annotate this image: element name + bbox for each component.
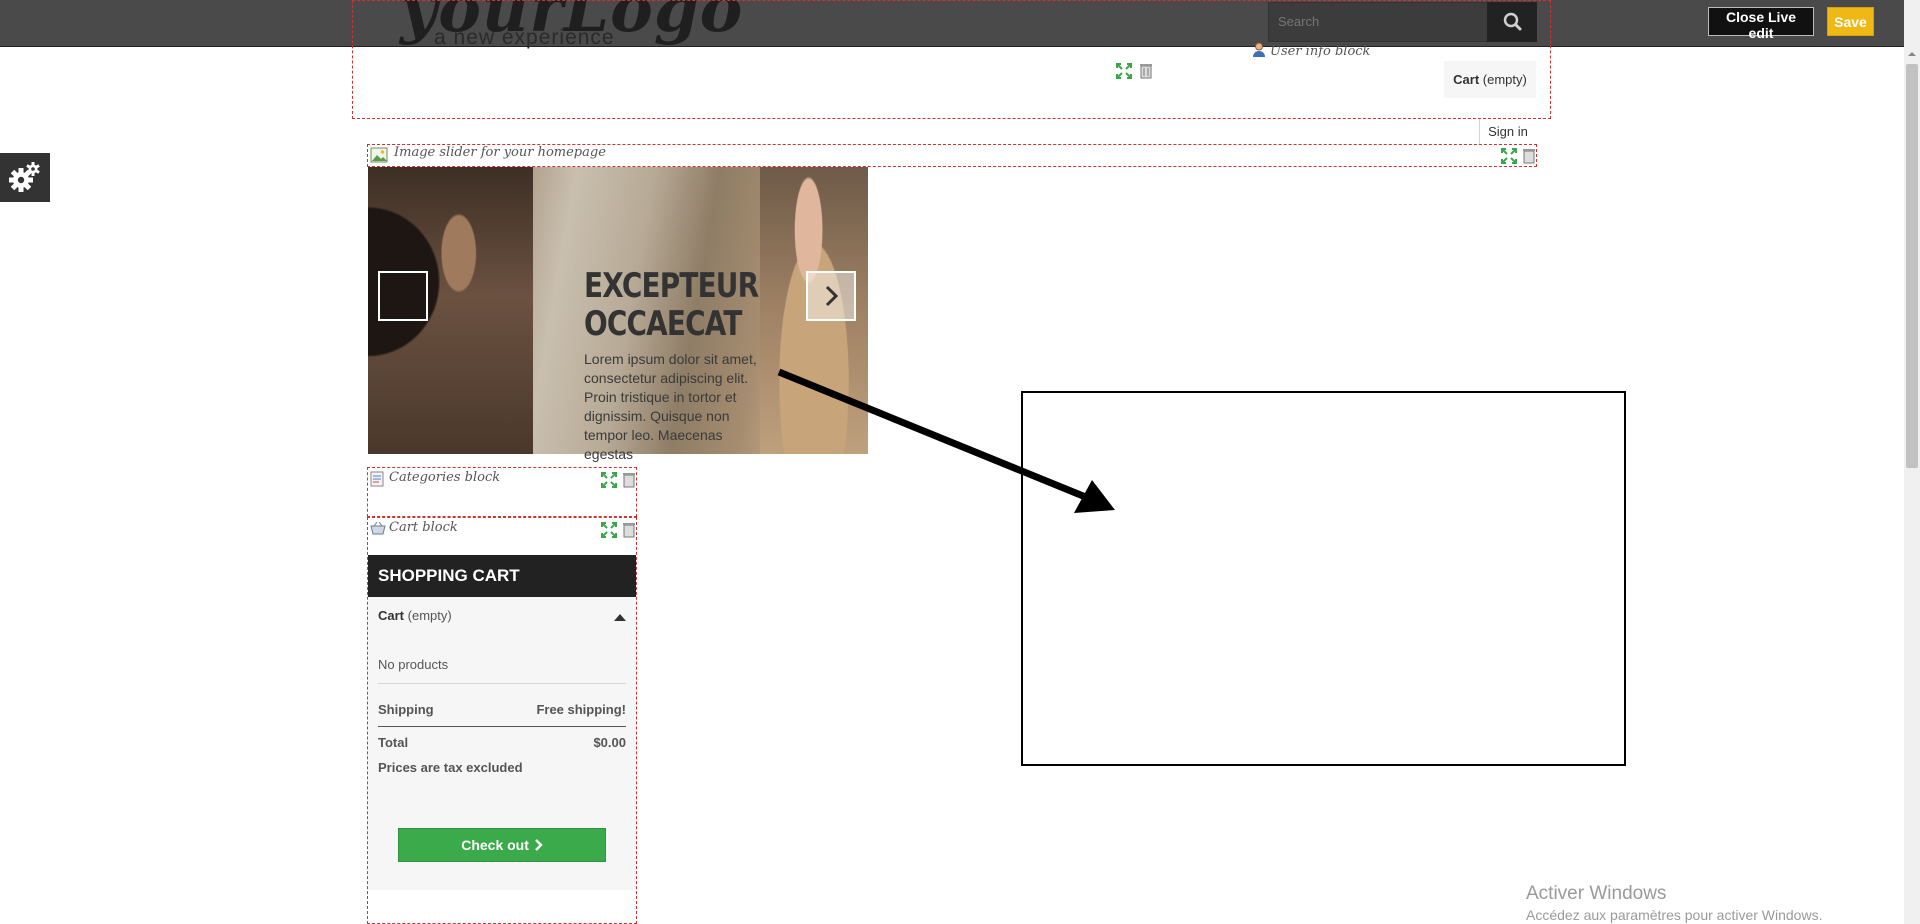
delete-icon[interactable] <box>622 471 636 489</box>
shipping-value: Free shipping! <box>536 702 626 717</box>
windows-activation-subtitle: Accédez aux paramètres pour activer Wind… <box>1526 907 1823 923</box>
close-live-edit-button[interactable]: Close Live edit <box>1708 7 1814 41</box>
basket-icon <box>370 521 386 535</box>
slider-caption-title: EXCEPTEUR OCCAECAT <box>584 267 797 343</box>
live-edit-settings-tab[interactable] <box>0 153 50 202</box>
no-products-text: No products <box>378 657 449 672</box>
slider-caption-title-line1: EXCEPTEUR <box>584 266 759 306</box>
slider-caption-title-line2: OCCAECAT <box>584 304 742 344</box>
cart-module-label: Cart block <box>389 520 458 535</box>
checkout-label: Check out <box>461 837 529 853</box>
header-cart[interactable]: Cart (empty) <box>1444 61 1536 98</box>
image-icon <box>370 147 388 163</box>
header-module-outline <box>352 0 1551 119</box>
delete-icon[interactable] <box>1522 147 1536 165</box>
collapse-caret-icon[interactable] <box>614 614 626 621</box>
move-icon[interactable] <box>600 521 618 539</box>
user-info-block-label: User info block <box>1252 42 1370 59</box>
annotation-arrow <box>777 368 1115 513</box>
scroll-up-arrow-icon[interactable] <box>1904 46 1920 62</box>
checkout-button[interactable]: Check out <box>398 828 606 862</box>
categories-module-icon-wrap <box>370 471 384 492</box>
move-icon[interactable] <box>1500 147 1518 165</box>
divider <box>378 683 626 684</box>
header-cart-status: (empty) <box>1482 72 1527 87</box>
total-value: $0.00 <box>593 735 626 750</box>
move-icon[interactable] <box>1115 62 1133 80</box>
slider-module-icon-wrap <box>370 147 388 168</box>
gears-icon <box>9 162 40 192</box>
sign-in-link[interactable]: Sign in <box>1479 119 1536 144</box>
cart-summary[interactable]: Cart (empty) <box>378 608 452 623</box>
header-cart-label: Cart <box>1453 72 1480 87</box>
chevron-right-icon <box>534 839 543 851</box>
document-icon <box>370 471 384 487</box>
cart-summary-status: (empty) <box>407 608 452 623</box>
tax-note: Prices are tax excluded <box>378 760 523 775</box>
save-button[interactable]: Save <box>1827 7 1874 36</box>
windows-activation-title: Activer Windows <box>1526 883 1667 904</box>
slider-module-label: Image slider for your homepage <box>394 145 606 160</box>
user-info-text: User info block <box>1270 44 1371 59</box>
delete-icon[interactable] <box>1139 62 1153 80</box>
cart-module-icon-wrap <box>370 521 386 541</box>
divider <box>378 726 626 727</box>
total-label: Total <box>378 735 409 750</box>
header-module-tools <box>1115 62 1153 85</box>
move-icon[interactable] <box>600 471 618 489</box>
shopping-cart-heading: SHOPPING CART <box>368 555 636 597</box>
shipping-label: Shipping <box>378 702 434 717</box>
cart-summary-label: Cart <box>378 608 405 623</box>
delete-icon[interactable] <box>622 521 636 539</box>
slider-prev-button[interactable] <box>378 271 428 321</box>
slider-module-tools <box>1500 147 1536 170</box>
cart-module-tools <box>600 521 636 544</box>
scrollbar-thumb[interactable] <box>1906 64 1918 468</box>
categories-module-tools <box>600 471 636 494</box>
categories-module-label: Categories block <box>389 470 501 485</box>
user-icon <box>1253 42 1265 57</box>
slider-caption-text: Lorem ipsum dolor sit amet, consectetur … <box>584 351 757 462</box>
chevron-right-icon <box>825 285 839 307</box>
slider-next-button[interactable] <box>806 271 856 321</box>
